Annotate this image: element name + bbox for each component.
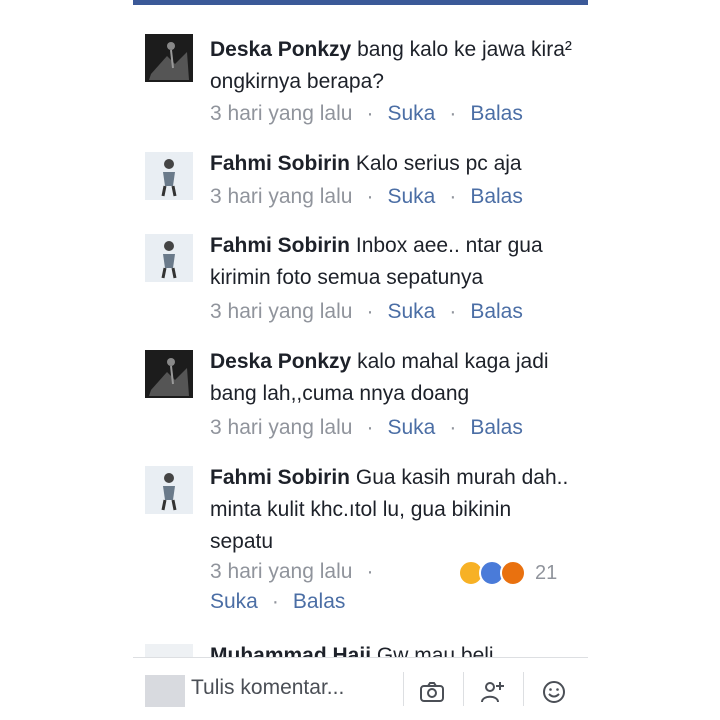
divider [523,672,524,706]
comment-input[interactable]: Tulis komentar... [191,676,344,700]
comment-body: Fahmi Sobirin Kalo serius pc aja [210,148,580,180]
timestamp[interactable]: 3 hari yang lalu [210,300,352,323]
avatar[interactable] [145,350,193,398]
comment-meta: 3 hari yang lalu · Suka · Balas [210,300,523,323]
commenter-name[interactable]: Fahmi Sobirin [210,152,350,175]
avatar[interactable] [145,644,193,658]
comment-body: Fahmi Sobirin Gua kasih murah dah.. mint… [210,462,580,558]
reply-button[interactable]: Balas [470,102,523,125]
emoji-icon[interactable] [540,678,568,706]
divider [403,672,404,706]
reply-button[interactable]: Balas [470,300,523,323]
comment-meta: 3 hari yang lalu · Suka · Balas [210,416,523,439]
tag-friend-icon[interactable] [478,678,506,706]
comment-body: Deska Ponkzy kalo mahal kaga jadi bang l… [210,346,580,410]
camera-icon[interactable] [418,678,446,706]
like-button[interactable]: Suka [387,185,435,208]
timestamp[interactable]: 3 hari yang lalu [210,416,352,439]
commenter-name[interactable]: Deska Ponkzy [210,38,351,61]
avatar[interactable] [145,34,193,82]
like-button[interactable]: Suka [387,102,435,125]
like-button[interactable]: Suka [387,300,435,323]
divider [463,672,464,706]
reply-button[interactable]: Balas [470,185,523,208]
reaction-summary[interactable]: 21 [458,560,557,586]
avatar[interactable] [145,466,193,514]
avatar[interactable] [145,152,193,200]
comment-text: Kalo serius pc aja [355,152,522,175]
commenter-name[interactable]: Fahmi Sobirin [210,466,350,489]
commenter-name[interactable]: Deska Ponkzy [210,350,351,373]
comment-body: Deska Ponkzy bang kalo ke jawa kira² ong… [210,34,580,98]
comment-meta: 3 hari yang lalu · Suka · Balas [210,185,523,208]
like-button[interactable]: Suka [387,416,435,439]
timestamp[interactable]: 3 hari yang lalu [210,102,352,125]
comments-screen: Deska Ponkzy bang kalo ke jawa kira² ong… [133,0,588,720]
comment-body: Fahmi Sobirin Inbox aee.. ntar gua kirim… [210,230,580,294]
comment-actions: Suka · Balas [210,590,346,613]
reply-button[interactable]: Balas [470,416,523,439]
comment-meta: 3 hari yang lalu · [210,560,374,583]
avatar[interactable] [145,234,193,282]
timestamp[interactable]: 3 hari yang lalu [210,560,352,583]
avatar [145,675,185,707]
comment-meta: 3 hari yang lalu · Suka · Balas [210,102,523,125]
like-button[interactable]: Suka [210,590,258,613]
commenter-name[interactable]: Fahmi Sobirin [210,234,350,257]
reaction-count: 21 [535,561,558,584]
angry-reaction-icon [500,560,526,586]
reply-button[interactable]: Balas [293,590,346,613]
top-bar [133,0,588,5]
comment-composer: Tulis komentar... [133,657,588,720]
timestamp[interactable]: 3 hari yang lalu [210,185,352,208]
